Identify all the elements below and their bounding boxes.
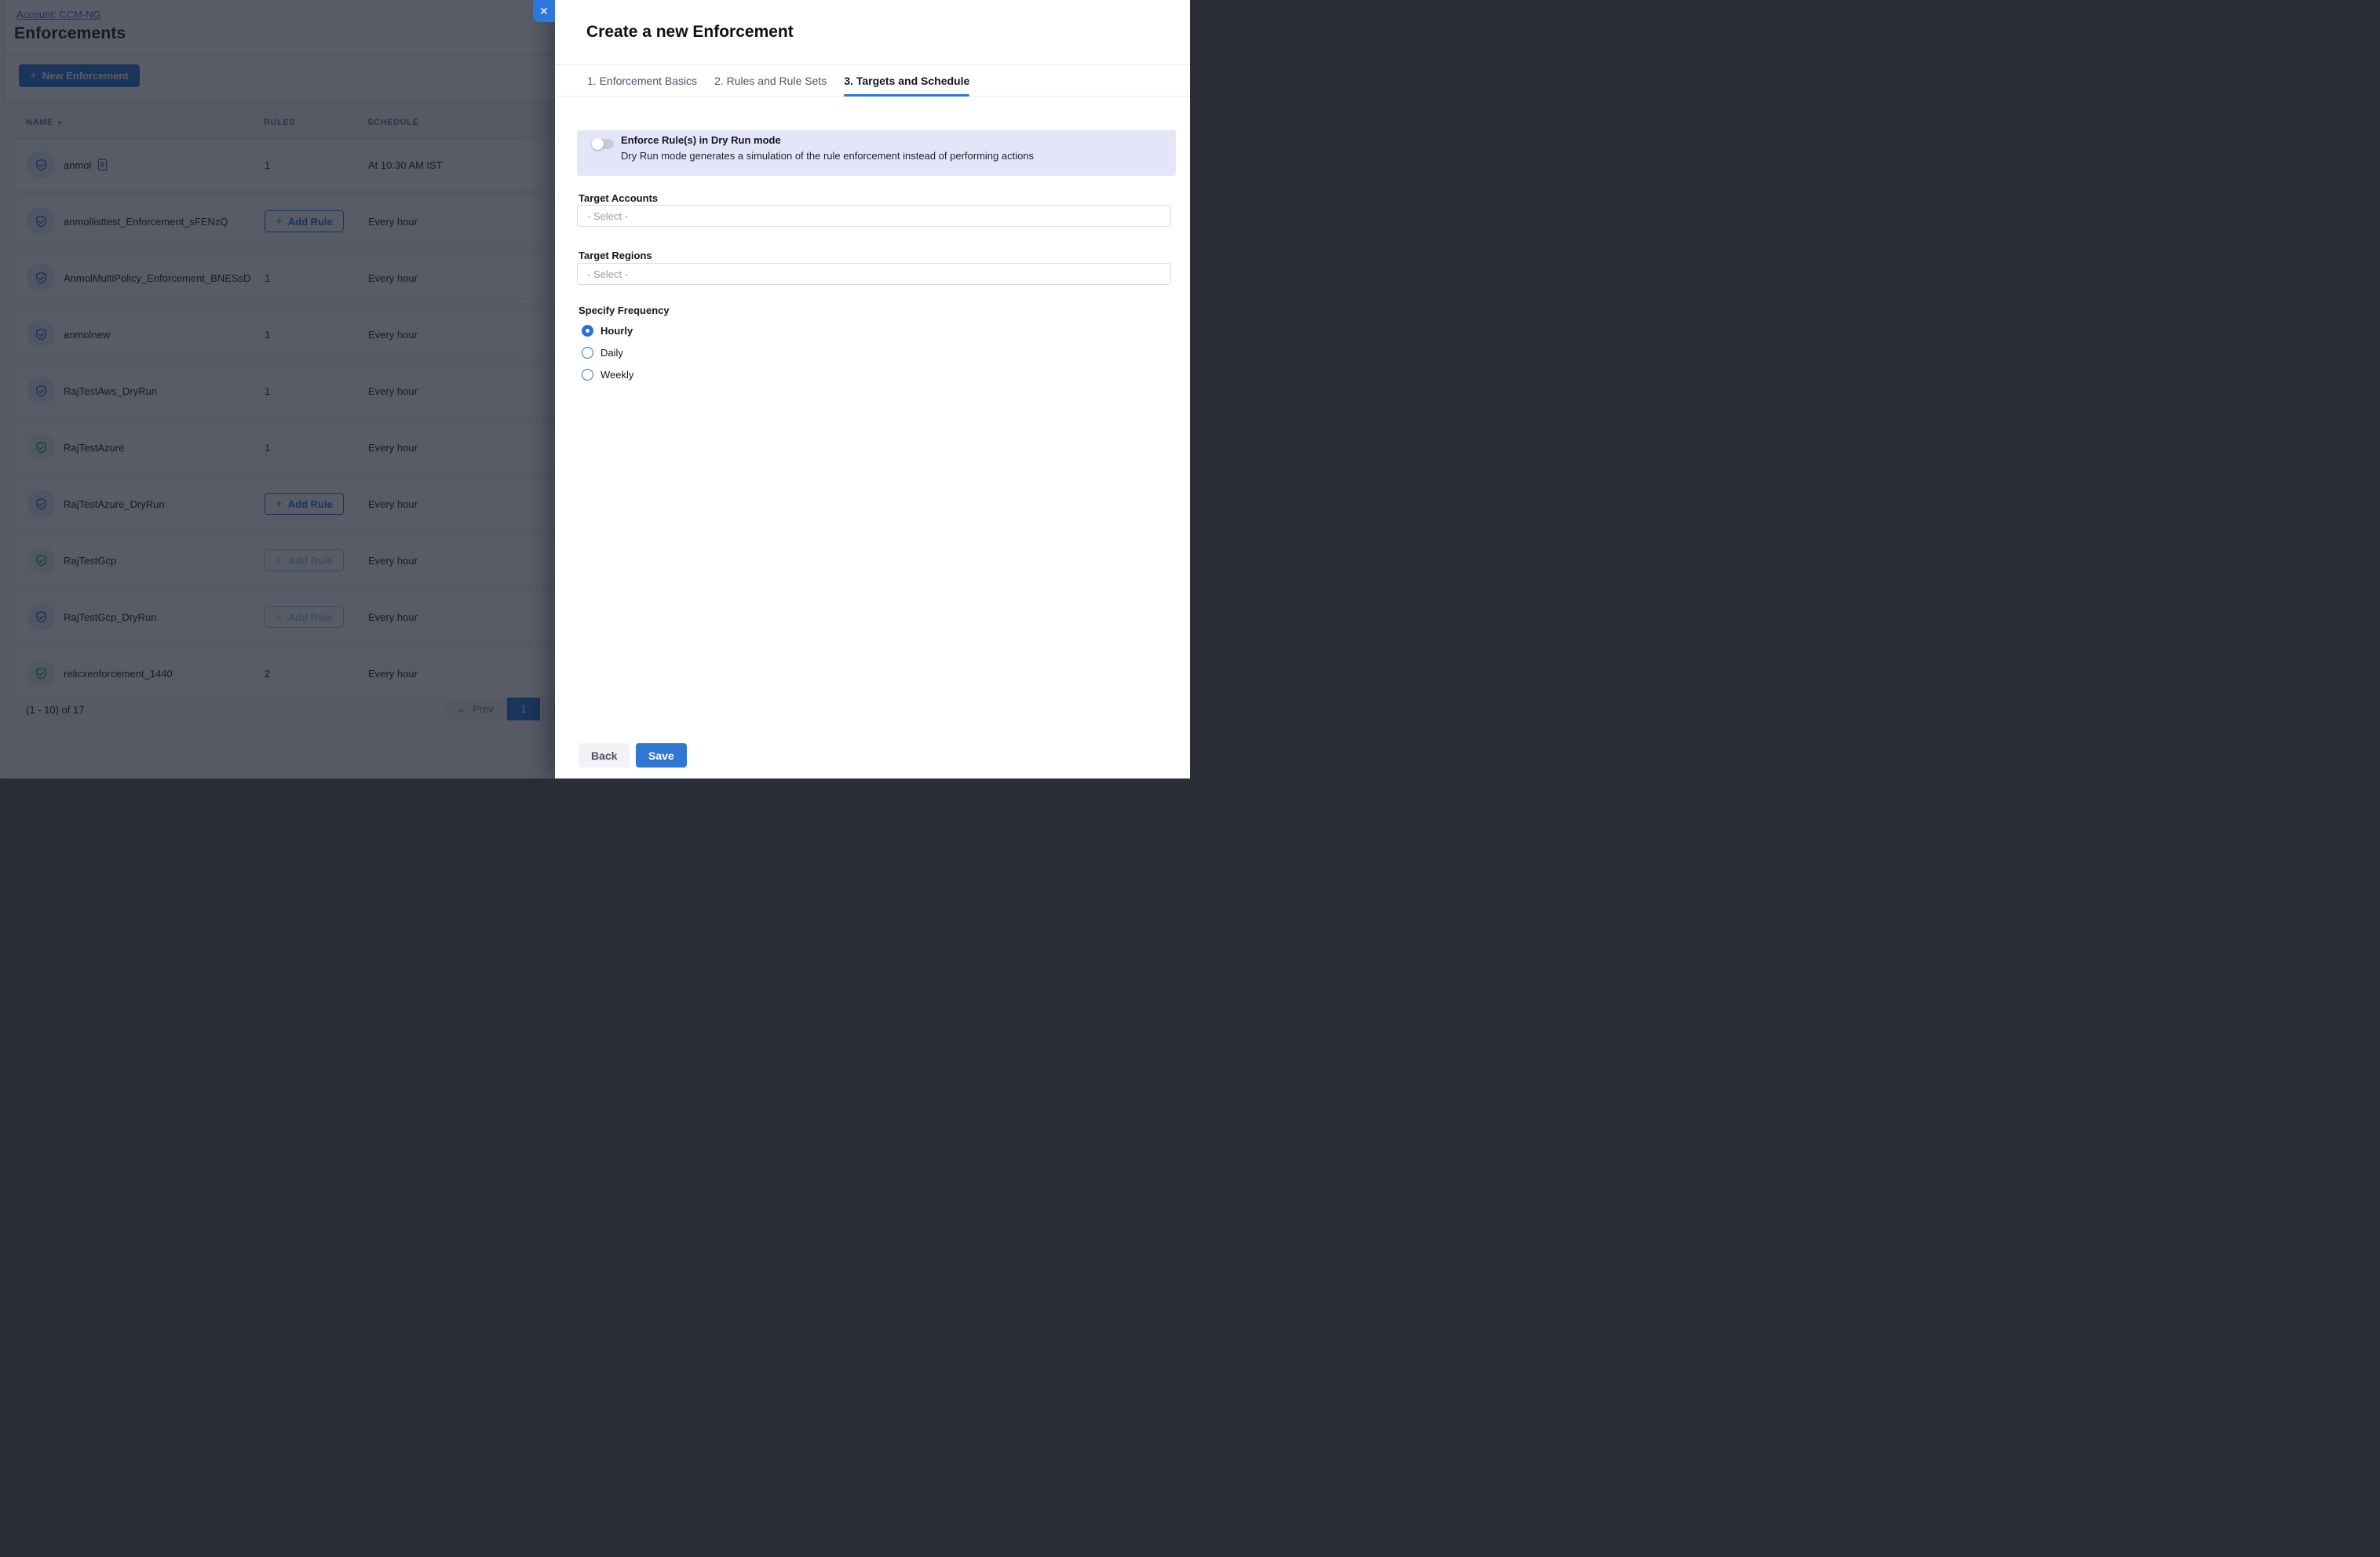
tab-1[interactable]: 1. Enforcement Basics	[587, 65, 697, 96]
back-button[interactable]: Back	[579, 743, 630, 768]
radio-label: Daily	[600, 347, 623, 359]
close-icon: ✕	[539, 5, 549, 16]
target-regions-select[interactable]: - Select -	[577, 263, 1171, 285]
drawer-tabs: 1. Enforcement Basics 2. Rules and Rule S…	[555, 64, 1190, 97]
radio-icon	[582, 369, 593, 381]
tab-3[interactable]: 3. Targets and Schedule	[844, 65, 969, 96]
radio-icon	[582, 347, 593, 359]
tab-2[interactable]: 2. Rules and Rule Sets	[714, 65, 827, 96]
radio-label: Hourly	[600, 325, 633, 337]
drawer-title: Create a new Enforcement	[586, 23, 794, 42]
radio-icon	[582, 325, 593, 337]
create-enforcement-drawer: ✕ Create a new Enforcement 1. Enforcemen…	[555, 0, 1190, 778]
frequency-radio-weekly[interactable]: Weekly	[582, 369, 633, 381]
target-regions-label: Target Regions	[579, 250, 652, 261]
frequency-radio-daily[interactable]: Daily	[582, 347, 623, 359]
target-accounts-label: Target Accounts	[579, 192, 658, 204]
app-root: Account: CCM-NG Enforcements +New Enforc…	[0, 0, 1190, 778]
dry-run-banner: Enforce Rule(s) in Dry Run mode Dry Run …	[577, 130, 1176, 176]
dry-run-description: Dry Run mode generates a simulation of t…	[621, 150, 1034, 162]
save-button[interactable]: Save	[636, 743, 687, 768]
dry-run-title: Enforce Rule(s) in Dry Run mode	[621, 134, 781, 146]
frequency-label: Specify Frequency	[579, 304, 670, 316]
dry-run-toggle[interactable]	[593, 139, 614, 149]
target-accounts-select[interactable]: - Select -	[577, 205, 1171, 227]
frequency-radio-hourly[interactable]: Hourly	[582, 325, 633, 337]
radio-label: Weekly	[600, 369, 633, 381]
close-button[interactable]: ✕	[533, 0, 555, 22]
toggle-knob	[592, 138, 604, 150]
